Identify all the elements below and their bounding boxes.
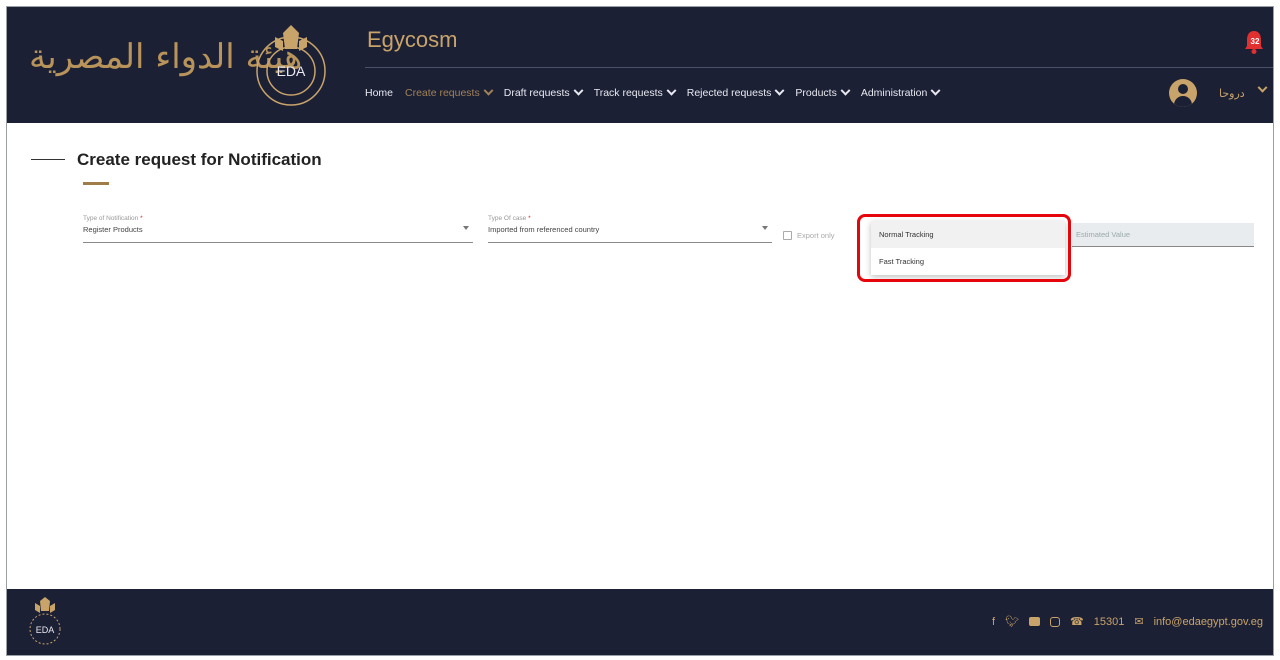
type-of-case-value: Imported from referenced country (488, 225, 600, 234)
export-only-checkbox[interactable]: Export only (783, 231, 835, 240)
twitter-icon[interactable]: 🐦︎ (1005, 615, 1019, 628)
eda-emblem-logo: EDA (256, 25, 326, 106)
nav-rejected-requests[interactable]: Rejected requests (686, 85, 785, 99)
avatar-body (1174, 96, 1192, 107)
type-of-case-select[interactable]: Type Of case * Imported from referenced … (488, 213, 772, 243)
nav-home[interactable]: Home (365, 87, 393, 99)
nav-rejected-requests-label: Rejected requests (686, 87, 772, 99)
export-only-label: Export only (797, 231, 835, 240)
footer-eda-emblem-logo: EDA (29, 597, 61, 645)
footer-emblem-text: EDA (36, 625, 55, 635)
chevron-down-icon (840, 85, 851, 96)
annotation-highlight-box (857, 214, 1071, 282)
chevron-down-icon (666, 85, 677, 96)
page-title: Create request for Notification (77, 150, 322, 169)
youtube-icon[interactable] (1029, 617, 1041, 626)
estimated-value-input[interactable] (1072, 223, 1254, 246)
type-of-case-label: Type Of case * (488, 215, 531, 222)
notification-bell[interactable]: 32 (1243, 29, 1265, 55)
nav-administration-label: Administration (860, 87, 928, 99)
footer-email[interactable]: info@edaegypt.gov.eg (1154, 616, 1263, 628)
avatar-head (1178, 84, 1188, 94)
title-dash (31, 159, 65, 160)
facebook-icon[interactable]: f (992, 616, 995, 628)
nav-create-requests-label: Create requests (405, 87, 480, 99)
notification-count-badge: 32 (1250, 37, 1260, 46)
chevron-down-icon (573, 85, 584, 96)
nav-create-requests[interactable]: Create requests (405, 85, 494, 99)
footer-phone[interactable]: 15301 (1094, 616, 1125, 628)
checkbox-box[interactable] (783, 231, 792, 240)
chevron-down-icon (483, 85, 494, 96)
app-window: هيئة الدواء المصرية EDA Egycosm Home Cre… (6, 6, 1274, 656)
user-name[interactable]: دروحا (1219, 87, 1245, 100)
nav-draft-requests[interactable]: Draft requests (503, 85, 584, 99)
header-divider (365, 67, 1273, 68)
chevron-down-icon (774, 85, 785, 96)
phone-icon: ☎︎ (1070, 616, 1084, 628)
nav-track-requests[interactable]: Track requests (593, 85, 677, 99)
nav-track-requests-label: Track requests (593, 87, 663, 99)
main-nav: Home Create requests Draft requests Trac… (365, 85, 941, 99)
type-of-notification-value: Register Products (83, 225, 143, 234)
user-menu-chevron-icon[interactable] (1257, 82, 1268, 93)
user-avatar[interactable] (1169, 79, 1197, 107)
nav-home-label: Home (365, 87, 394, 99)
top-header: هيئة الدواء المصرية EDA Egycosm Home Cre… (7, 7, 1273, 123)
chevron-down-icon (930, 85, 941, 96)
title-underline (83, 182, 109, 185)
estimated-value-field[interactable] (1072, 223, 1254, 247)
app-title: Egycosm (367, 27, 458, 52)
nav-administration[interactable]: Administration (860, 85, 941, 99)
nav-products[interactable]: Products (795, 85, 851, 99)
type-of-notification-select[interactable]: Type of Notification * Register Products (83, 213, 473, 243)
type-of-notification-label: Type of Notification * (83, 215, 143, 222)
footer-contacts: f 🐦︎ ☎︎ 15301 ✉︎ info@edaegypt.gov.eg (992, 615, 1263, 629)
emblem-text: EDA (277, 63, 306, 79)
footer: EDA f 🐦︎ ☎︎ 15301 ✉︎ info@edaegypt.gov.e… (7, 589, 1273, 655)
nav-draft-requests-label: Draft requests (503, 87, 570, 99)
dropdown-arrow-icon (762, 226, 768, 230)
instagram-icon[interactable] (1050, 616, 1061, 627)
nav-products-label: Products (795, 87, 837, 99)
dropdown-arrow-icon (463, 226, 469, 230)
email-icon: ✉︎ (1134, 616, 1144, 628)
